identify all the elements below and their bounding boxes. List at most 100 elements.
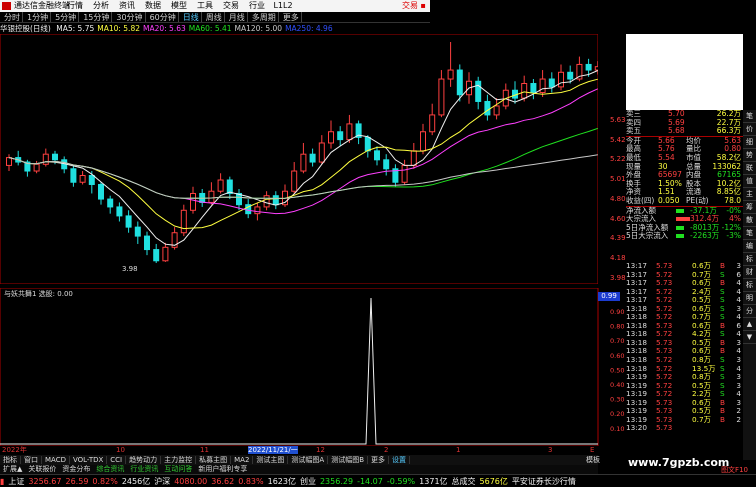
candle-body bbox=[52, 153, 58, 161]
menu-item[interactable]: 行情 bbox=[62, 0, 88, 12]
side-tab[interactable]: 细 bbox=[743, 136, 756, 149]
side-tab[interactable]: 财 bbox=[743, 266, 756, 279]
index-name[interactable]: 沪深 bbox=[154, 477, 170, 486]
side-tab[interactable]: 分 bbox=[743, 305, 756, 318]
index-name[interactable]: 创业 bbox=[300, 477, 316, 486]
candle-body bbox=[484, 100, 491, 116]
menu-item[interactable]: 行业 bbox=[244, 0, 270, 12]
main-menu: 行情 分析 资讯 数据 模型 工具 交易 行业 L1L2 bbox=[62, 0, 296, 12]
candle-body bbox=[88, 175, 95, 185]
index-value: 4080.00 bbox=[174, 477, 208, 486]
menu-item[interactable]: 交易 bbox=[218, 0, 244, 12]
indicator-tab[interactable]: 窗口 bbox=[21, 456, 42, 464]
period-tab[interactable]: 30分钟 bbox=[112, 12, 146, 22]
menu-item[interactable]: 数据 bbox=[140, 0, 166, 12]
ma-legend-item: MA120: 5.00 bbox=[234, 24, 283, 33]
indicator-chart[interactable]: 与妖共舞1 选股: 0.00 0.90 0.80 0.70 0.60 0.50 0.40 0.… bbox=[0, 288, 626, 446]
candle-body bbox=[291, 170, 298, 192]
template-button[interactable]: 模板 bbox=[586, 455, 626, 465]
menu-item[interactable]: 分析 bbox=[88, 0, 114, 12]
date-axis-label: 11 bbox=[200, 446, 209, 454]
indicator-tab[interactable]: 指标 bbox=[0, 456, 21, 464]
candle-body bbox=[401, 164, 408, 183]
index-name[interactable]: 上证 bbox=[8, 477, 24, 486]
indicator-tab[interactable]: 测试主图 bbox=[253, 456, 289, 464]
indicator-tab[interactable]: 主力监控 bbox=[161, 456, 197, 464]
side-tab[interactable]: 编 bbox=[743, 240, 756, 253]
period-tab[interactable]: 5分钟 bbox=[51, 12, 80, 22]
side-tab[interactable]: 散 bbox=[743, 214, 756, 227]
indicator-tab[interactable]: 测试幅图A bbox=[288, 456, 329, 464]
indicator-tab[interactable]: 更多 bbox=[368, 456, 390, 464]
period-tab[interactable]: 日线 bbox=[179, 12, 202, 22]
side-tab[interactable]: 标 bbox=[743, 253, 756, 266]
indicator-tab[interactable]: MACD bbox=[42, 456, 70, 464]
quote-label: 收益(四) bbox=[626, 195, 655, 205]
side-tab[interactable]: 联 bbox=[743, 162, 756, 175]
indicator-tab[interactable]: CCI bbox=[107, 456, 127, 464]
candle-body bbox=[456, 69, 463, 96]
candle-body bbox=[190, 192, 196, 211]
indicator-tab[interactable]: 设置 bbox=[389, 456, 411, 464]
indicator-tab[interactable]: 私募主图 bbox=[196, 456, 232, 464]
candle-body bbox=[530, 83, 537, 93]
menu-item[interactable]: 资讯 bbox=[114, 0, 140, 12]
side-tab[interactable]: 明 bbox=[743, 292, 756, 305]
flow-value: -2263万 bbox=[690, 231, 720, 241]
side-tab[interactable]: ▲ bbox=[743, 318, 756, 331]
extension-tabs: 扩展▲ 关联报价 资金分布 综合资讯 行业资讯 互动问答 新用户福利专享 bbox=[0, 465, 598, 474]
extension-tab[interactable]: 行业资讯 bbox=[127, 465, 161, 473]
extension-tab[interactable]: 关联报价 bbox=[25, 465, 59, 473]
trade-link[interactable]: 交易 ▪ bbox=[402, 0, 426, 12]
flow-label: 5日大宗流入 bbox=[626, 231, 669, 241]
side-tab[interactable]: 主 bbox=[743, 188, 756, 201]
indicator-tab[interactable]: 趋势动力 bbox=[126, 456, 162, 464]
period-tab[interactable]: 分时 bbox=[0, 12, 23, 22]
ma-legend-item: MA60: 5.41 bbox=[188, 24, 232, 33]
period-tab[interactable]: 月线 bbox=[225, 12, 248, 22]
indicator-tab[interactable]: VOL-TDX bbox=[69, 456, 108, 464]
indicator-tab[interactable]: 测试幅图B bbox=[328, 456, 369, 464]
flow-bar bbox=[676, 208, 684, 213]
menu-item[interactable]: 工具 bbox=[192, 0, 218, 12]
status-bar: ▮ 上证 3256.67 26.59 0.82% 2456亿 沪深 4080.00 36.62 0… bbox=[0, 466, 756, 487]
candle-body bbox=[226, 179, 233, 194]
candle-body bbox=[116, 206, 123, 217]
menu-item[interactable]: 模型 bbox=[166, 0, 192, 12]
side-tab[interactable]: 价 bbox=[743, 123, 756, 136]
candle-body bbox=[374, 150, 380, 161]
candle-body bbox=[420, 131, 426, 152]
side-tab[interactable]: ▼ bbox=[743, 331, 756, 344]
period-tab[interactable]: 多周期 bbox=[248, 12, 279, 22]
quote-value: 78.0 bbox=[724, 195, 741, 205]
period-tab[interactable]: 60分钟 bbox=[146, 12, 179, 22]
indicator-tab[interactable]: MA2 bbox=[231, 456, 254, 464]
extension-tab[interactable]: 综合资讯 bbox=[93, 465, 127, 473]
candle-body bbox=[548, 78, 555, 88]
tick-volume: 0.7万 bbox=[692, 414, 711, 424]
order-book-row: 卖五 5.68 66.3万 bbox=[626, 127, 743, 136]
side-tab[interactable]: 笔 bbox=[743, 110, 756, 123]
period-tab[interactable]: 15分钟 bbox=[79, 12, 113, 22]
side-tab[interactable]: 笔 bbox=[743, 227, 756, 240]
index-value: 2356.29 bbox=[319, 477, 354, 486]
price-chart[interactable]: 3.98 bbox=[0, 34, 598, 284]
side-tab[interactable]: 值 bbox=[743, 175, 756, 188]
extension-tab[interactable]: 新用户福利专享 bbox=[195, 465, 250, 473]
candle-body bbox=[162, 246, 169, 262]
candle-body bbox=[134, 226, 141, 237]
extension-tab[interactable]: 扩展▲ bbox=[0, 465, 25, 473]
period-tab[interactable]: 1分钟 bbox=[23, 12, 52, 22]
extension-tab[interactable]: 互动问答 bbox=[161, 465, 195, 473]
period-tab[interactable]: 更多 bbox=[279, 12, 302, 22]
ma-legend-item: MA5: 5.75 bbox=[56, 24, 95, 33]
period-tab[interactable]: 周线 bbox=[202, 12, 225, 22]
side-tab[interactable]: 标 bbox=[743, 279, 756, 292]
period-toolbar: 分时 1分钟 5分钟 15分钟 30分钟 60分钟 日线 周线 月线 多周期 更多 bbox=[0, 12, 430, 23]
status-icon: ▮ bbox=[0, 477, 5, 486]
menu-item[interactable]: L1L2 bbox=[270, 0, 296, 12]
extension-tab[interactable]: 资金分布 bbox=[59, 465, 93, 473]
side-tab[interactable]: 筹 bbox=[743, 201, 756, 214]
side-tab[interactable]: 势 bbox=[743, 149, 756, 162]
tick-list[interactable]: 13:17 5.73 0.6万 B 3 13:17 5.72 0.7万 S 6 13:17 5.73 0… bbox=[626, 261, 743, 433]
